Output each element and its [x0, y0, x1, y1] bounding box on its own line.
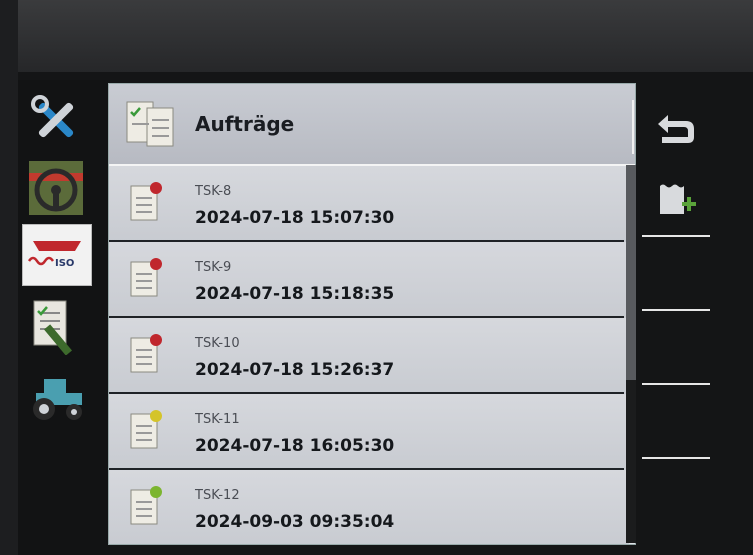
task-document-icon — [130, 258, 162, 297]
task-row[interactable]: TSK-12 2024-09-03 09:35:04 — [109, 470, 629, 544]
new-task-button[interactable] — [638, 163, 714, 237]
softkey-empty-1[interactable] — [638, 237, 714, 311]
task-id: TSK-11 — [195, 412, 240, 427]
task-document-icon — [130, 334, 162, 373]
task-row[interactable]: TSK-11 2024-07-18 16:05:30 — [109, 394, 629, 470]
softkey-empty-2[interactable] — [638, 311, 714, 385]
task-id: TSK-10 — [195, 336, 240, 351]
rail-item-settings[interactable] — [22, 90, 90, 150]
device-bezel-left — [0, 0, 18, 555]
rail-item-tractor[interactable] — [22, 368, 90, 428]
task-id: TSK-12 — [195, 488, 240, 503]
list-scrollbar[interactable] — [626, 165, 636, 543]
status-dot-icon — [150, 486, 162, 498]
task-list-panel: Aufträge TSK-8 2024-07-18 15:07:30 TSK-9… — [108, 83, 636, 545]
steering-wheel-icon — [29, 161, 83, 215]
panel-header: Aufträge — [109, 84, 635, 166]
task-document-icon — [130, 410, 162, 449]
isobus-icon: ISO — [27, 241, 81, 269]
task-id: TSK-9 — [195, 260, 232, 275]
header-divider — [632, 100, 634, 154]
rail-item-tasks[interactable] — [22, 296, 90, 356]
status-dot-icon — [150, 258, 162, 270]
tractor-icon — [33, 379, 82, 420]
rail-item-isobus[interactable]: ISO — [22, 224, 92, 286]
task-row[interactable]: TSK-10 2024-07-18 15:26:37 — [109, 318, 629, 394]
svg-text:ISO: ISO — [55, 258, 74, 269]
device-bezel-top — [0, 0, 753, 72]
rail-item-steering[interactable] — [22, 158, 90, 218]
back-button[interactable] — [638, 91, 714, 165]
softkey-empty-4[interactable] — [638, 459, 714, 533]
status-dot-icon — [150, 182, 162, 194]
scrollbar-thumb[interactable] — [626, 165, 636, 380]
task-row[interactable]: TSK-8 2024-07-18 15:07:30 — [109, 166, 629, 242]
status-dot-icon — [150, 410, 162, 422]
back-arrow-icon — [658, 115, 694, 143]
page-title: Aufträge — [195, 112, 295, 136]
new-task-icon — [660, 184, 696, 214]
task-timestamp: 2024-09-03 09:35:04 — [195, 512, 395, 532]
task-timestamp: 2024-07-18 15:18:35 — [195, 284, 395, 304]
task-id: TSK-8 — [195, 184, 232, 199]
task-row[interactable]: TSK-9 2024-07-18 15:18:35 — [109, 242, 629, 318]
task-timestamp: 2024-07-18 15:26:37 — [195, 360, 395, 380]
task-list-icon — [126, 101, 174, 147]
task-timestamp: 2024-07-18 16:05:30 — [195, 436, 395, 456]
task-document-icon — [130, 486, 162, 525]
softkey-column — [638, 83, 714, 545]
task-document-icon — [130, 182, 162, 221]
tools-icon — [31, 95, 74, 138]
task-edit-icon — [33, 300, 72, 355]
task-timestamp: 2024-07-18 15:07:30 — [195, 208, 395, 228]
softkey-empty-3[interactable] — [638, 385, 714, 459]
status-dot-icon — [150, 334, 162, 346]
